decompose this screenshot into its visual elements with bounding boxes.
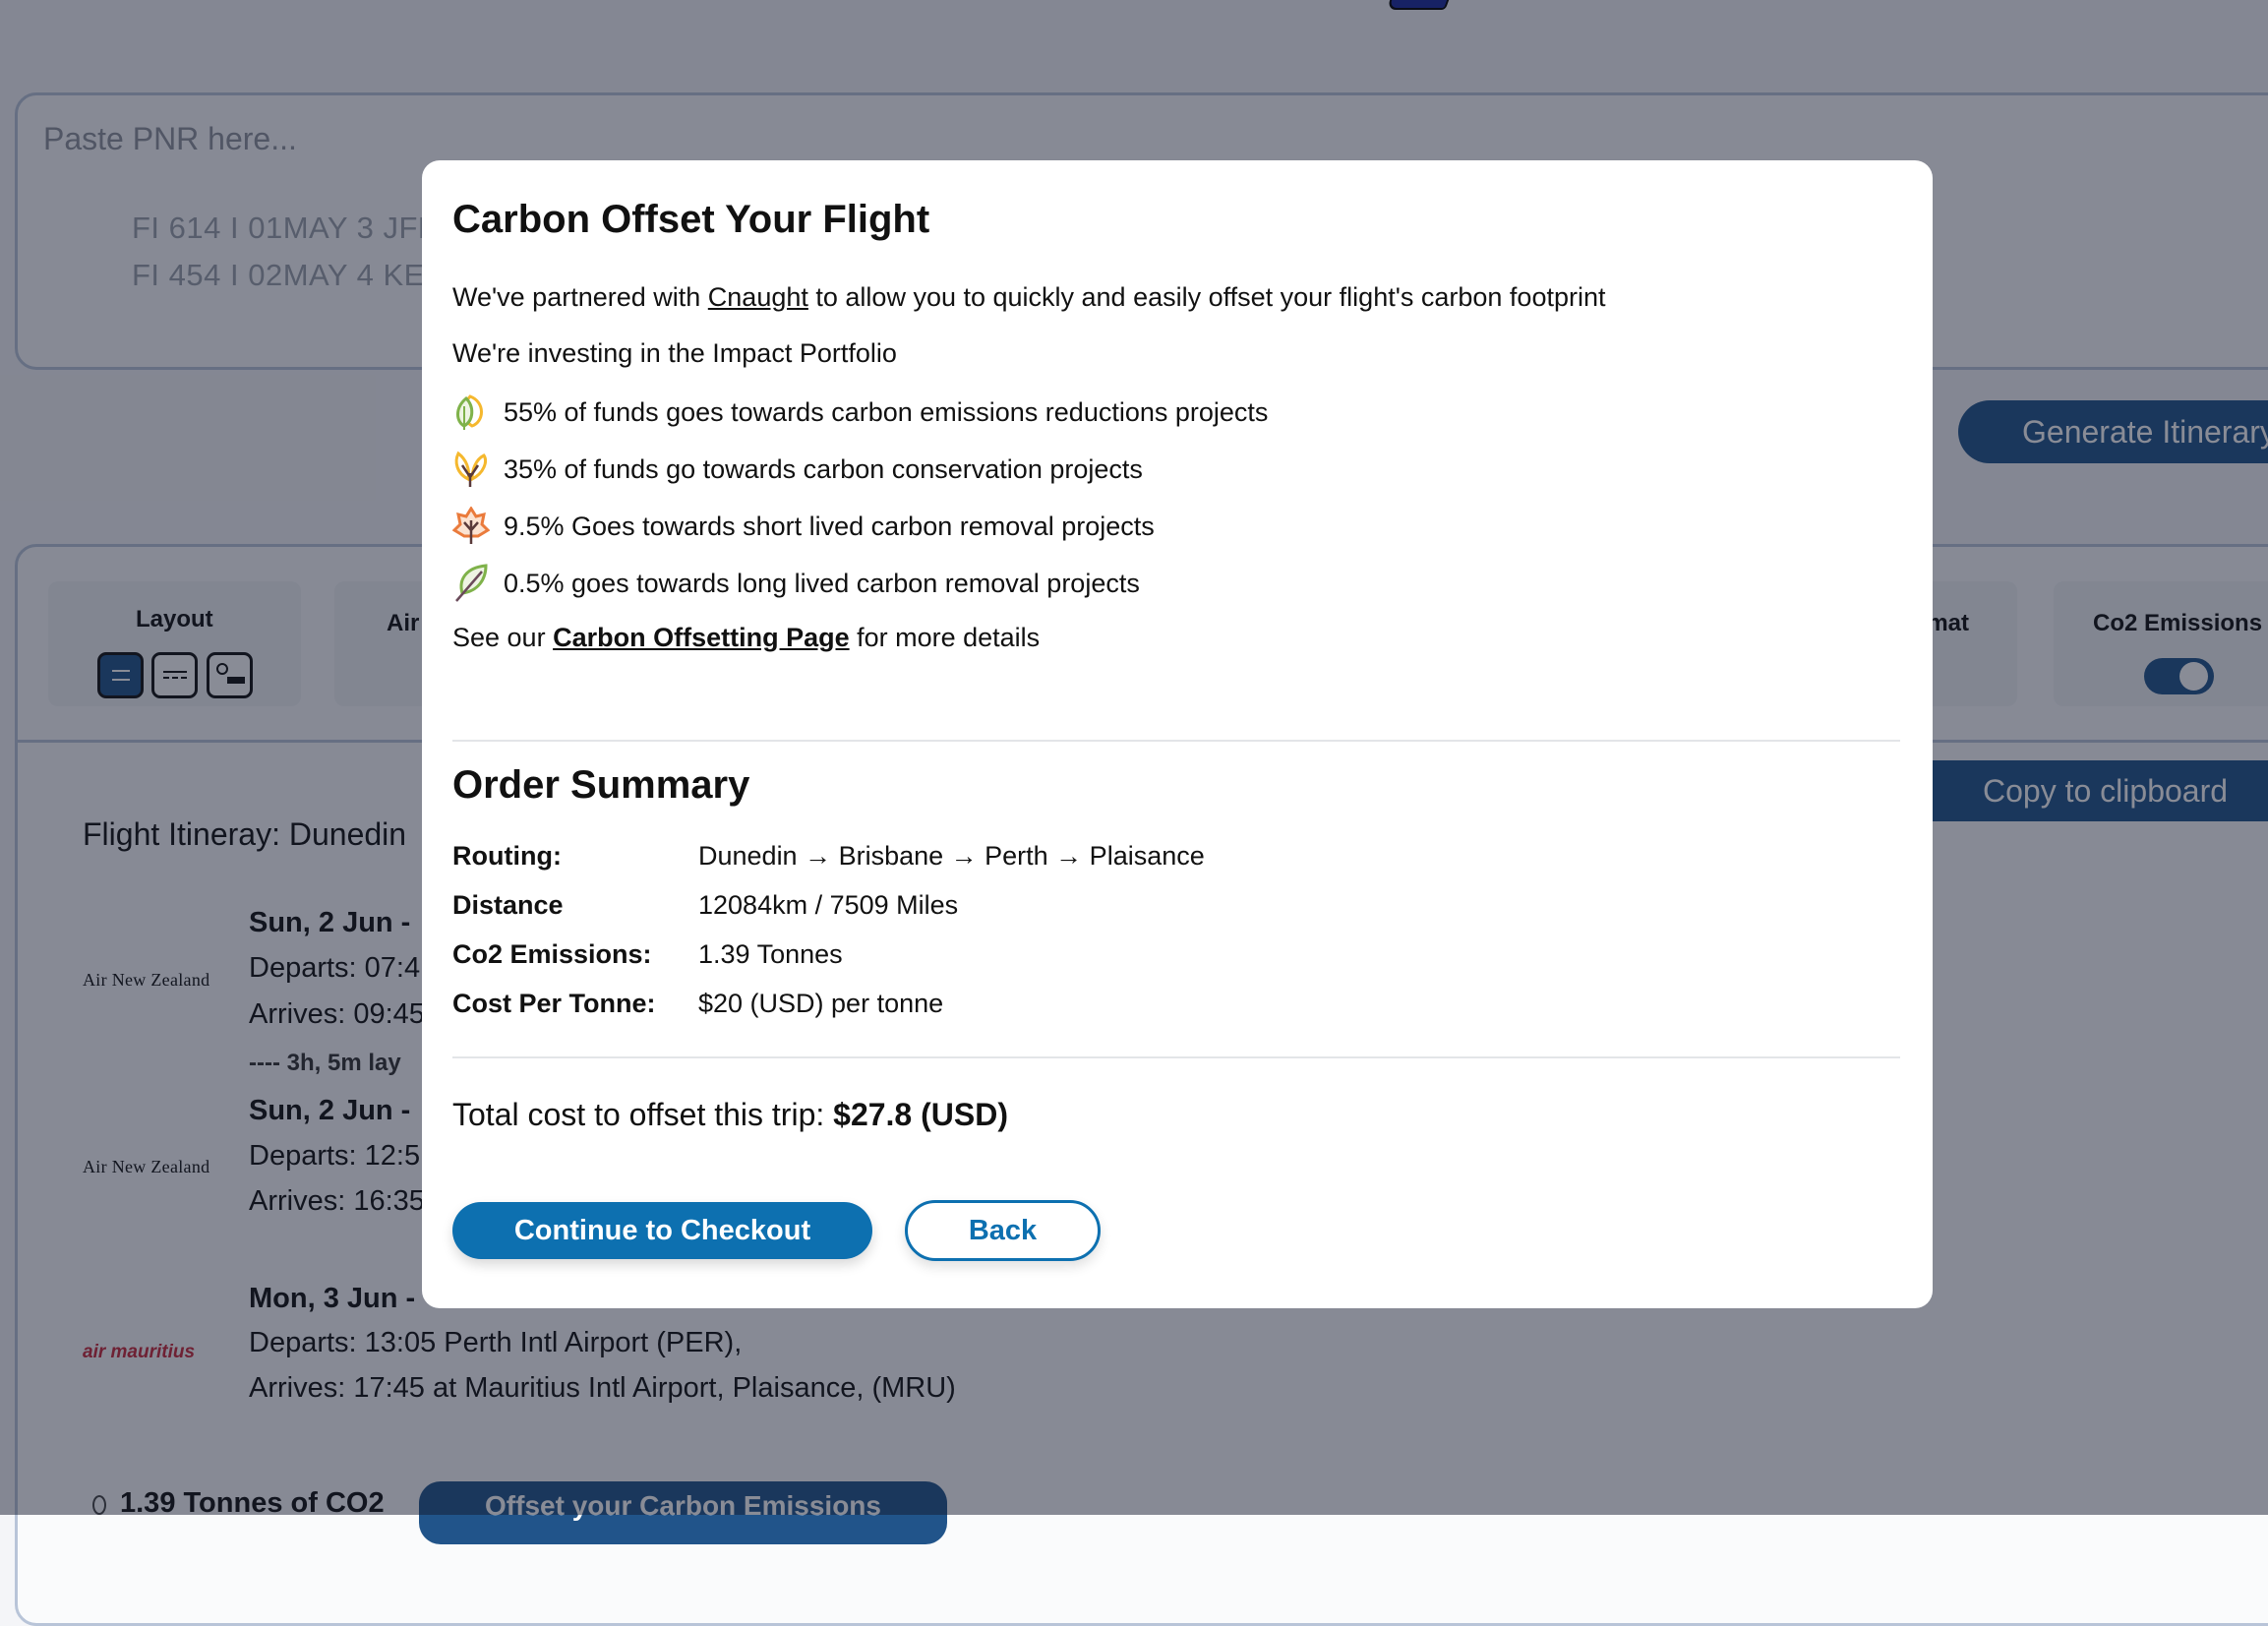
cnaught-link[interactable]: Cnaught bbox=[708, 282, 808, 312]
item-text: 55% of funds goes towards carbon emissio… bbox=[504, 396, 1269, 427]
see-before: See our bbox=[452, 623, 554, 652]
co2-emissions-label: Co2 Emissions: bbox=[452, 939, 652, 969]
divider bbox=[452, 1056, 1900, 1058]
routing-label: Routing: bbox=[452, 841, 562, 871]
portfolio-item: 9.5% Goes towards short lived carbon rem… bbox=[452, 507, 1155, 546]
leaf-orange-icon bbox=[452, 507, 490, 544]
item-text: 35% of funds go towards carbon conservat… bbox=[504, 453, 1143, 484]
portfolio-text: We're investing in the Impact Portfolio bbox=[452, 338, 897, 368]
carbon-offsetting-page-link[interactable]: Carbon Offsetting Page bbox=[553, 623, 850, 652]
co2-emissions-value: 1.39 Tonnes bbox=[698, 939, 843, 969]
intro-text: We've partnered with Cnaught to allow yo… bbox=[452, 282, 1605, 313]
see-more-text: See our Carbon Offsetting Page for more … bbox=[452, 623, 1040, 653]
distance-value: 12084km / 7509 Miles bbox=[698, 890, 959, 920]
sprout-yellow-icon bbox=[454, 451, 487, 487]
carbon-offset-modal: Carbon Offset Your Flight We've partnere… bbox=[422, 160, 1933, 1308]
back-button[interactable]: Back bbox=[905, 1200, 1101, 1261]
total-cost: Total cost to offset this trip: $27.8 (U… bbox=[452, 1097, 1008, 1133]
total-label: Total cost to offset this trip: bbox=[452, 1097, 834, 1132]
modal-title: Carbon Offset Your Flight bbox=[452, 198, 930, 241]
total-value: $27.8 (USD) bbox=[833, 1097, 1008, 1132]
intro-after: to allow you to quickly and easily offse… bbox=[807, 282, 1606, 312]
item-text: 0.5% goes towards long lived carbon remo… bbox=[504, 568, 1140, 598]
cost-per-tonne-label: Cost Per Tonne: bbox=[452, 989, 656, 1018]
leaf-green-icon bbox=[455, 564, 488, 602]
continue-to-checkout-button[interactable]: Continue to Checkout bbox=[452, 1202, 872, 1259]
divider bbox=[452, 740, 1900, 742]
intro-before: We've partnered with bbox=[452, 282, 708, 312]
routing-value: Dunedin → Brisbane → Perth → Plaisance bbox=[698, 841, 1205, 871]
see-after: for more details bbox=[849, 623, 1041, 652]
item-text: 9.5% Goes towards short lived carbon rem… bbox=[504, 511, 1155, 541]
portfolio-item: 35% of funds go towards carbon conservat… bbox=[452, 450, 1143, 489]
distance-label: Distance bbox=[452, 890, 564, 920]
leaf-green-yellow-icon bbox=[456, 394, 483, 430]
order-summary-title: Order Summary bbox=[452, 763, 750, 807]
portfolio-item: 0.5% goes towards long lived carbon remo… bbox=[452, 564, 1140, 603]
portfolio-item: 55% of funds goes towards carbon emissio… bbox=[452, 392, 1268, 432]
cost-per-tonne-value: $20 (USD) per tonne bbox=[698, 989, 944, 1018]
